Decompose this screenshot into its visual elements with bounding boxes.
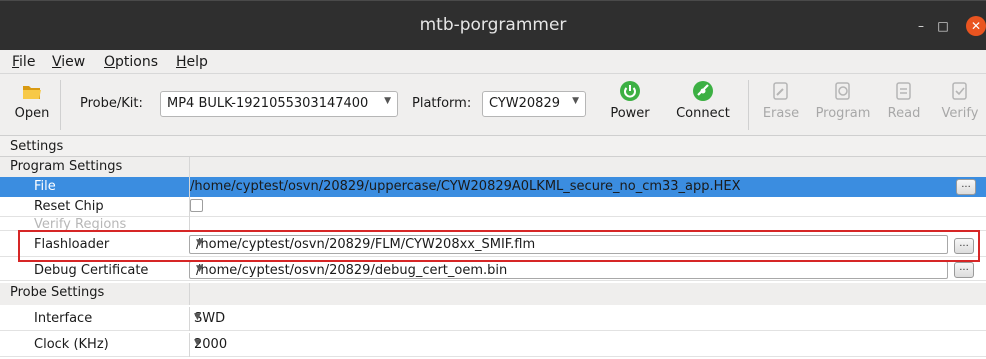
erase-icon: [773, 82, 788, 100]
program-icon: [835, 82, 850, 100]
file-path-value[interactable]: /home/cyptest/osvn/20829/uppercase/CYW20…: [190, 179, 741, 194]
title-bar: mtb-porgrammer – □ ✕: [0, 0, 986, 50]
connect-icon: [693, 81, 713, 101]
window-title: mtb-porgrammer: [419, 15, 567, 35]
menu-help-hotkey: H: [176, 54, 187, 70]
menu-view[interactable]: View: [52, 54, 85, 70]
debug-certificate-label: Debug Certificate: [34, 263, 149, 278]
open-label: Open: [14, 106, 50, 121]
interface-row[interactable]: Interface SWD ▼: [0, 307, 986, 331]
chevron-down-icon: ▼: [196, 264, 203, 274]
menu-file-hotkey: F: [12, 54, 20, 70]
menu-options-hotkey: O: [104, 54, 116, 70]
read-icon: [896, 82, 911, 100]
verify-regions-label: Verify Regions: [34, 217, 127, 231]
menu-view-label: iew: [61, 54, 86, 70]
connect-button[interactable]: Connect: [670, 80, 736, 121]
read-button[interactable]: Read: [882, 80, 926, 121]
file-label: File: [34, 179, 56, 194]
flashloader-highlight-box: [18, 230, 980, 262]
settings-header: Settings: [0, 137, 986, 157]
program-settings-group[interactable]: Program Settings: [0, 157, 986, 177]
chevron-down-icon: ▼: [194, 338, 201, 348]
minimize-button[interactable]: –: [912, 17, 930, 35]
connect-label: Connect: [676, 106, 730, 121]
reset-chip-row: Reset Chip: [0, 197, 986, 217]
probe-kit-value: MP4 BULK-1921055303147400: [167, 96, 369, 111]
menu-view-hotkey: V: [52, 54, 62, 70]
chevron-down-icon: ▼: [384, 96, 391, 106]
maximize-button[interactable]: □: [934, 17, 952, 35]
probe-settings-label: Probe Settings: [10, 285, 105, 300]
platform-label: Platform:: [412, 96, 472, 111]
erase-label: Erase: [762, 106, 800, 121]
toolbar-separator: [60, 80, 61, 130]
reset-chip-label: Reset Chip: [34, 199, 104, 214]
chevron-down-icon: ▼: [194, 312, 201, 322]
verify-button[interactable]: Verify: [934, 80, 986, 121]
probe-kit-select[interactable]: MP4 BULK-1921055303147400 ▼: [160, 91, 398, 117]
toolbar-separator: [748, 80, 749, 130]
close-button[interactable]: ✕: [966, 16, 986, 36]
chevron-down-icon: ▼: [572, 96, 579, 106]
platform-value: CYW20829: [489, 96, 560, 111]
debug-certificate-browse-button[interactable]: ...: [954, 262, 974, 278]
folder-open-icon: [23, 86, 41, 99]
program-button[interactable]: Program: [810, 80, 876, 121]
program-label: Program: [815, 106, 871, 121]
verify-icon: [952, 82, 967, 100]
erase-button[interactable]: Erase: [756, 80, 806, 121]
menu-file[interactable]: File: [12, 54, 35, 70]
read-label: Read: [887, 106, 921, 121]
power-label: Power: [610, 106, 650, 121]
clock-row[interactable]: Clock (KHz) 2000 ▼: [0, 333, 986, 357]
verify-label: Verify: [941, 106, 979, 121]
probe-settings-group[interactable]: Probe Settings: [0, 283, 986, 305]
menu-bar: File View Options Help: [0, 50, 986, 74]
menu-options[interactable]: Options: [104, 54, 158, 70]
verify-regions-row: Verify Regions: [0, 217, 986, 231]
debug-certificate-field[interactable]: /home/cyptest/osvn/20829/debug_cert_oem.…: [189, 261, 948, 279]
open-button[interactable]: Open: [10, 80, 54, 121]
menu-help-label: elp: [186, 54, 208, 70]
settings-title: Settings: [10, 139, 64, 154]
interface-label: Interface: [34, 311, 93, 326]
file-browse-button[interactable]: ...: [956, 179, 976, 195]
menu-options-label: ptions: [115, 54, 159, 70]
reset-chip-checkbox[interactable]: [190, 199, 203, 212]
platform-select[interactable]: CYW20829 ▼: [482, 91, 586, 117]
probe-kit-label: Probe/Kit:: [80, 96, 143, 111]
power-button[interactable]: Power: [602, 80, 658, 121]
file-row[interactable]: File /home/cyptest/osvn/20829/uppercase/…: [0, 177, 986, 197]
program-settings-label: Program Settings: [10, 159, 123, 174]
clock-label: Clock (KHz): [34, 337, 109, 352]
power-icon: [620, 81, 640, 101]
menu-file-label: ile: [19, 54, 36, 70]
menu-help[interactable]: Help: [176, 54, 208, 70]
toolbar: Open Probe/Kit: MP4 BULK-192105530314740…: [0, 74, 986, 136]
debug-certificate-row[interactable]: Debug Certificate /home/cyptest/osvn/208…: [0, 261, 986, 281]
